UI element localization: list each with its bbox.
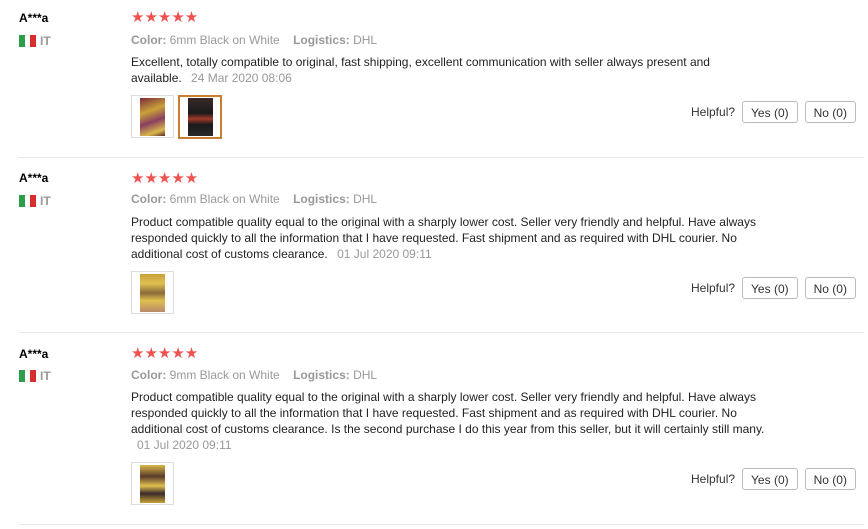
review-date: 24 Mar 2020 08:06 — [191, 71, 292, 85]
review-photos — [131, 462, 174, 505]
review-text: Product compatible quality equal to the … — [131, 390, 765, 436]
review-photo-thumbnail[interactable] — [131, 271, 174, 314]
helpful-yes-button[interactable]: Yes (0) — [742, 277, 798, 299]
color-label: Color: — [131, 33, 167, 47]
helpful-label: Helpful? — [691, 472, 736, 486]
italy-flag-icon — [19, 35, 37, 47]
review-photo-thumbnail[interactable] — [178, 95, 222, 139]
helpful-voting: Helpful? Yes (0) No (0) — [691, 101, 856, 123]
review-text-block: Product compatible quality equal to the … — [131, 214, 771, 262]
helpful-no-button[interactable]: No (0) — [804, 468, 856, 490]
photo-image — [140, 464, 165, 503]
logistics-label: Logistics: — [293, 368, 350, 382]
reviewer-name: A***a — [19, 11, 49, 25]
helpful-no-button[interactable]: No (0) — [804, 101, 856, 123]
color-value: 6mm Black on White — [169, 33, 280, 47]
color-value: 6mm Black on White — [169, 192, 280, 206]
reviewer-country: IT — [19, 34, 51, 48]
country-code: IT — [40, 34, 51, 48]
photo-image — [140, 97, 165, 136]
reviewer-country: IT — [19, 194, 51, 208]
color-value: 9mm Black on White — [169, 368, 280, 382]
review-meta: Color: 6mm Black on White Logistics: DHL — [131, 33, 377, 47]
review-photo-thumbnail[interactable] — [131, 462, 174, 505]
review-item: A***a IT ★★★★★ Color: 6mm Black on White… — [0, 158, 868, 332]
reviewer-name: A***a — [19, 347, 49, 361]
star-rating: ★★★★★ — [131, 345, 199, 362]
logistics-label: Logistics: — [293, 192, 350, 206]
logistics-label: Logistics: — [293, 33, 350, 47]
review-date: 01 Jul 2020 09:11 — [337, 247, 432, 261]
star-rating: ★★★★★ — [131, 170, 199, 187]
helpful-no-button[interactable]: No (0) — [804, 277, 856, 299]
reviewer-country: IT — [19, 369, 51, 383]
review-photo-thumbnail[interactable] — [131, 95, 174, 138]
italy-flag-icon — [19, 370, 37, 382]
photo-image — [187, 98, 213, 136]
italy-flag-icon — [19, 195, 37, 207]
reviewer-name: A***a — [19, 171, 49, 185]
logistics-value: DHL — [353, 368, 378, 382]
helpful-yes-button[interactable]: Yes (0) — [742, 101, 798, 123]
country-code: IT — [40, 194, 51, 208]
helpful-label: Helpful? — [691, 105, 736, 119]
review-item: A***a IT ★★★★★ Color: 9mm Black on White… — [0, 333, 868, 525]
helpful-voting: Helpful? Yes (0) No (0) — [691, 468, 856, 490]
review-meta: Color: 6mm Black on White Logistics: DHL — [131, 192, 377, 206]
star-rating: ★★★★★ — [131, 9, 199, 26]
review-divider — [18, 524, 864, 525]
color-label: Color: — [131, 192, 167, 206]
logistics-value: DHL — [353, 33, 378, 47]
review-photos — [131, 271, 174, 314]
review-photos — [131, 95, 222, 139]
color-label: Color: — [131, 368, 167, 382]
review-meta: Color: 9mm Black on White Logistics: DHL — [131, 368, 377, 382]
photo-image — [140, 273, 165, 312]
review-date: 01 Jul 2020 09:11 — [137, 438, 232, 452]
country-code: IT — [40, 369, 51, 383]
review-item: A***a IT ★★★★★ Color: 6mm Black on White… — [0, 0, 868, 157]
helpful-label: Helpful? — [691, 281, 736, 295]
logistics-value: DHL — [353, 192, 378, 206]
review-text: Product compatible quality equal to the … — [131, 215, 756, 261]
review-text-block: Excellent, totally compatible to origina… — [131, 54, 761, 86]
helpful-yes-button[interactable]: Yes (0) — [742, 468, 798, 490]
review-text-block: Product compatible quality equal to the … — [131, 389, 771, 453]
helpful-voting: Helpful? Yes (0) No (0) — [691, 277, 856, 299]
